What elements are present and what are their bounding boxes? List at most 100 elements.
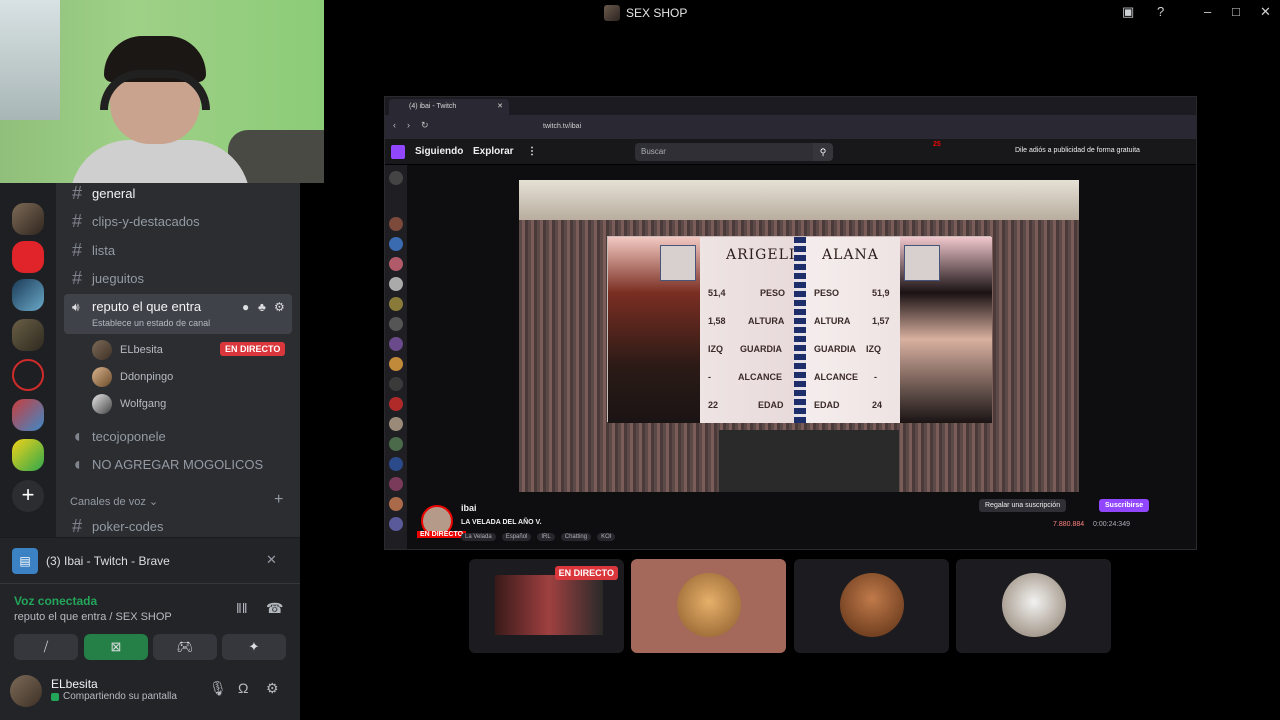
webcam-window — [0, 0, 60, 120]
participant-tile[interactable] — [631, 559, 786, 653]
video-player[interactable]: ARIGELI ALANA 51,4 PESO 1,58 ALTURA IZQ … — [519, 180, 1079, 492]
microphone-icon[interactable]: 🎙︎ — [209, 680, 227, 697]
speaker-icon: ◖ — [71, 454, 83, 474]
twitch-logo-icon[interactable] — [391, 145, 405, 159]
channel-avatar[interactable] — [389, 297, 403, 311]
maximize-button[interactable]: □ — [1232, 4, 1240, 19]
category-voice-channels[interactable]: Canales de voz ⌄ — [70, 495, 158, 508]
channel-avatar[interactable] — [389, 337, 403, 351]
participant-tile-stream[interactable]: EN DIRECTO — [469, 559, 624, 653]
server-icon-3[interactable] — [12, 279, 44, 311]
disconnect-icon[interactable]: ☎ — [266, 600, 283, 617]
search-input[interactable]: Buscar — [635, 143, 813, 161]
channel-avatar[interactable] — [389, 237, 403, 251]
close-tab-icon[interactable]: ✕ — [497, 99, 503, 115]
search-icon[interactable]: ⚲ — [813, 143, 833, 161]
soundboard-button[interactable]: ✦ — [222, 634, 286, 660]
stream-tags: La Velada Español IRL Chatting KOI — [461, 533, 616, 541]
channel-avatar[interactable] — [389, 417, 403, 431]
collapse-icon[interactable] — [389, 171, 403, 185]
live-badge[interactable]: EN DIRECTO — [220, 342, 286, 356]
voice-user[interactable]: ELbesita — [92, 340, 163, 360]
gamepad-icon: 🎮︎ — [176, 639, 194, 654]
stadium-floor — [719, 430, 899, 492]
voice-user[interactable]: Wolfgang — [92, 394, 166, 414]
server-icon-7[interactable] — [12, 439, 44, 471]
tag[interactable]: IRL — [537, 533, 555, 541]
add-server-icon[interactable]: + — [12, 480, 44, 512]
channel-jueguitos[interactable]: # jueguitos — [70, 268, 144, 289]
minimize-button[interactable]: – — [1204, 4, 1211, 19]
stat-label: ALTURA — [748, 316, 785, 326]
channel-avatar[interactable] — [389, 457, 403, 471]
close-icon[interactable]: ✕ — [266, 552, 277, 568]
channel-avatar[interactable] — [389, 397, 403, 411]
participant-tile[interactable] — [956, 559, 1111, 653]
tag[interactable]: KOI — [597, 533, 616, 541]
subscribe-button[interactable]: Suscribirse — [1099, 499, 1150, 512]
server-icon-1[interactable] — [12, 203, 44, 235]
stat-value: 51,4 — [708, 288, 726, 298]
server-icon-2[interactable] — [12, 241, 44, 273]
tag[interactable]: Chatting — [560, 533, 592, 541]
server-icon-5[interactable] — [12, 359, 44, 391]
channel-avatar[interactable] — [389, 497, 403, 511]
channel-label: jueguitos — [92, 271, 145, 286]
inbox-icon[interactable]: ▣ — [1122, 4, 1134, 20]
channel-avatar[interactable] — [389, 377, 403, 391]
channel-clips[interactable]: # clips-y-destacados — [70, 211, 200, 232]
voice-user[interactable]: Ddonpingo — [92, 367, 173, 387]
avatar — [1002, 573, 1066, 637]
voice-channel-tecojoponele[interactable]: ◖ tecojoponele — [70, 426, 166, 447]
stream-card-label: (3) Ibai - Twitch - Brave — [46, 554, 170, 568]
window-title: SEX SHOP — [604, 5, 687, 21]
channel-avatar[interactable] — [389, 277, 403, 291]
help-icon[interactable]: ? — [1157, 4, 1164, 19]
headphones-icon[interactable]: Ω — [238, 680, 248, 696]
turbo-promo[interactable]: Dile adiós a publicidad de forma gratuit… — [1015, 147, 1140, 154]
voice-channel-no-agregar[interactable]: ◖ NO AGREGAR MOGOLICOS — [70, 454, 264, 475]
channel-poker-codes[interactable]: # poker-codes — [70, 516, 164, 537]
channel-avatar[interactable] — [389, 217, 403, 231]
voice-channel-status-hint[interactable]: Establece un estado de canal — [92, 318, 210, 328]
tag[interactable]: La Velada — [461, 533, 496, 541]
channel-general[interactable]: # general — [70, 183, 135, 204]
nav-following[interactable]: Siguiendo — [415, 146, 463, 157]
streamer-name[interactable]: ibai — [461, 503, 477, 513]
back-icon[interactable]: ‹ — [393, 120, 396, 130]
voice-user-name: Ddonpingo — [120, 371, 174, 383]
voice-connected-label[interactable]: Voz conectada — [14, 594, 97, 608]
screen-share-button[interactable]: ⊠ — [84, 634, 148, 660]
tag[interactable]: Español — [501, 533, 532, 541]
add-channel-icon[interactable]: + — [274, 491, 283, 509]
voice-location[interactable]: reputo el que entra / SEX SHOP — [14, 611, 172, 623]
channel-avatar[interactable] — [389, 517, 403, 531]
settings-icon[interactable]: ⚙ — [274, 300, 285, 314]
channel-avatar[interactable] — [389, 317, 403, 331]
stream-preview-card[interactable]: ▤ (3) Ibai - Twitch - Brave ✕ — [0, 537, 300, 583]
voice-channel-active[interactable]: 🔊︎ reputo el que entra Establece un esta… — [64, 294, 292, 334]
more-icon[interactable]: ⋮ — [527, 146, 537, 157]
gear-icon[interactable]: ⚙ — [266, 680, 279, 697]
reload-icon[interactable]: ↻ — [421, 120, 429, 131]
add-member-icon[interactable]: ♣ — [258, 300, 266, 314]
camera-off-button[interactable]: ⧸ — [14, 634, 78, 660]
nav-explore[interactable]: Explorar — [473, 146, 514, 157]
server-icon-4[interactable] — [12, 319, 44, 351]
channel-avatar[interactable] — [389, 477, 403, 491]
participant-tile[interactable] — [794, 559, 949, 653]
chat-icon[interactable]: ● — [242, 300, 249, 314]
gift-sub-button[interactable]: Regalar una suscripción — [979, 499, 1067, 512]
activity-button[interactable]: 🎮︎ — [153, 634, 217, 660]
noise-suppression-icon[interactable]: ǁǁ — [236, 600, 248, 616]
url-field[interactable]: twitch.tv/ibai — [525, 120, 995, 134]
avatar[interactable] — [10, 675, 42, 707]
channel-avatar[interactable] — [389, 357, 403, 371]
server-icon-6[interactable] — [12, 399, 44, 431]
channel-avatar[interactable] — [389, 437, 403, 451]
forward-icon[interactable]: › — [407, 120, 410, 130]
browser-tab[interactable]: (4) ibai - Twitch ✕ — [389, 99, 509, 115]
close-button[interactable]: ✕ — [1260, 4, 1271, 20]
channel-avatar[interactable] — [389, 257, 403, 271]
channel-lista[interactable]: # lista — [70, 240, 115, 261]
